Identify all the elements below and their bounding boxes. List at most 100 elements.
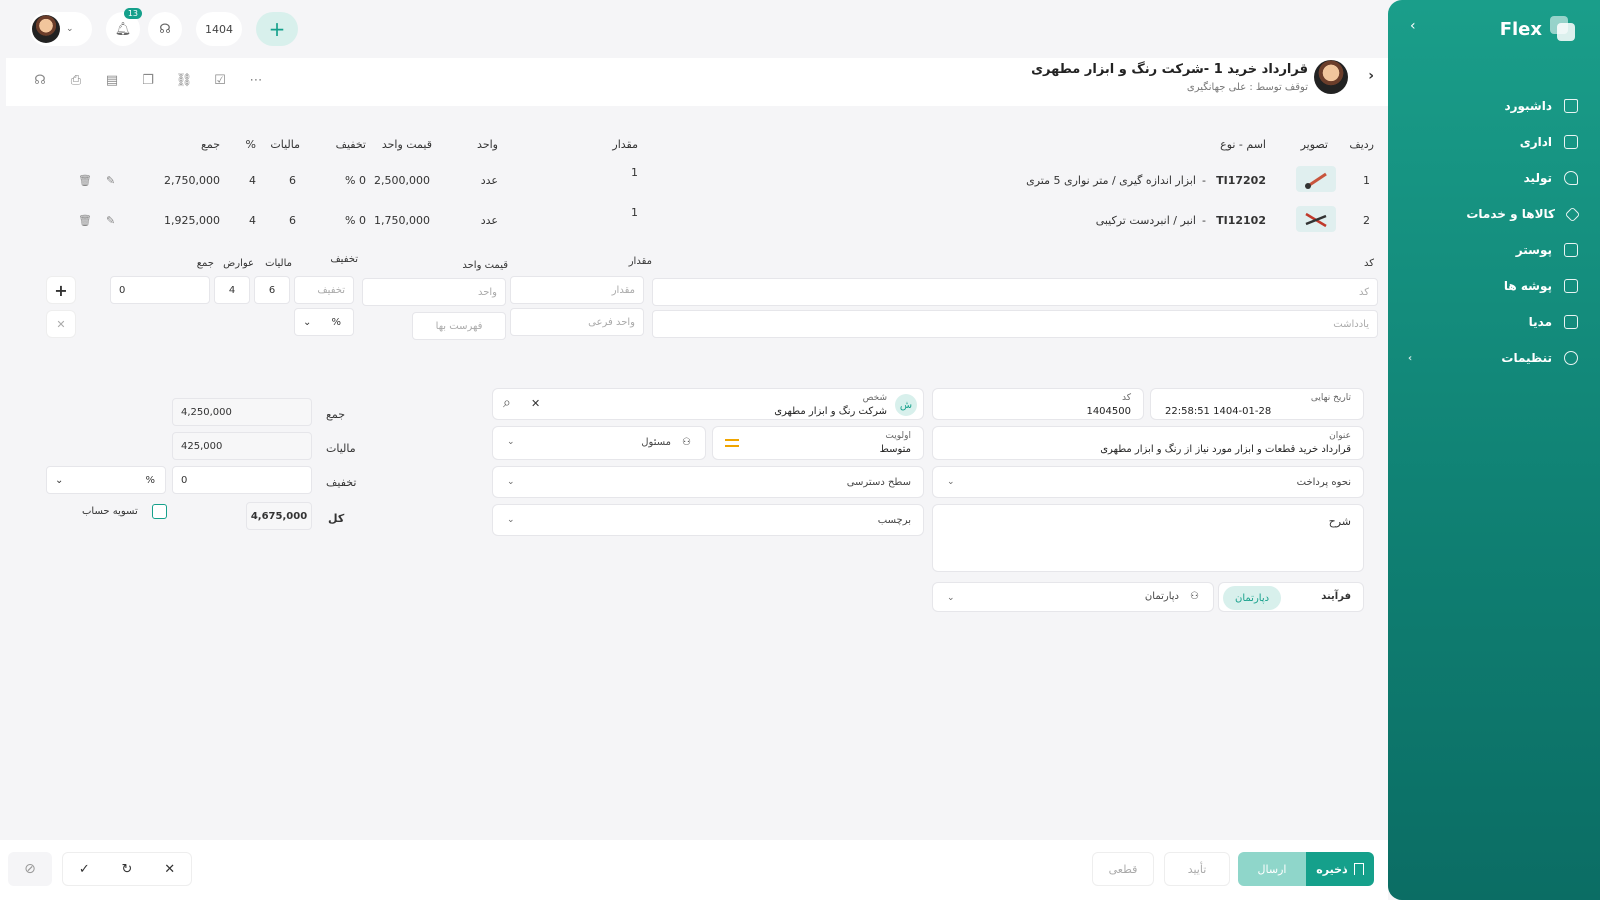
code-label: کد [1363, 258, 1374, 269]
search-icon[interactable]: ⌕ [503, 395, 511, 411]
code-input[interactable]: کد [652, 278, 1378, 306]
tax-input[interactable]: 6 [254, 276, 290, 304]
sidebar-item-settings[interactable]: ‹ تنظیمات [1408, 340, 1578, 376]
total-value: 2,750,000 [164, 174, 220, 187]
trash-icon[interactable]: 🗑︎ [78, 214, 92, 227]
sidebar-item-poster[interactable]: پوستر [1408, 232, 1578, 268]
add-button[interactable]: + [256, 12, 298, 46]
discount-label: تخفیف [326, 476, 357, 489]
support-icon[interactable]: ☊ [30, 70, 50, 90]
priority-medium-icon [725, 439, 739, 447]
main-panel: › قرارداد خرید 1 -شرکت رنگ و ابزار مطهری… [6, 58, 1388, 840]
trash-icon[interactable]: 🗑︎ [78, 174, 92, 187]
invoice-icon[interactable]: ▤ [102, 70, 122, 90]
pct-value: 4 [249, 214, 256, 227]
qty-label: مقدار [628, 256, 652, 267]
col-pct: % [245, 138, 256, 151]
save-button[interactable]: ذخیره [1306, 852, 1374, 886]
subunit-input[interactable]: واحد فرعی [510, 308, 644, 336]
check-icon[interactable]: ✓ [79, 862, 90, 877]
duties-input[interactable]: 4 [214, 276, 250, 304]
checklist-icon[interactable]: ☑ [210, 70, 230, 90]
col-price: قیمت واحد [381, 138, 432, 151]
send-button[interactable]: ارسال [1238, 852, 1306, 886]
notifications-button[interactable]: 🔔︎ 13 [106, 8, 142, 46]
refresh-icon[interactable]: ↻ [122, 862, 133, 877]
unit-input[interactable]: واحد [362, 278, 506, 306]
department-chip[interactable]: دپارتمان [1223, 586, 1282, 610]
person-field[interactable]: ش شخص شرکت رنگ و ابزار مطهری ✕ ⌕ [492, 388, 924, 420]
final-button[interactable]: قطعی [1092, 852, 1154, 886]
more-icon[interactable]: ⋯ [246, 70, 266, 90]
code-value: 1404500 [1086, 406, 1131, 417]
product-name: انبر / انبردست ترکیبی [1095, 214, 1196, 227]
pricelist-input[interactable]: فهرست بها [412, 312, 506, 340]
print-icon[interactable]: ⎙ [66, 70, 86, 90]
table-row[interactable]: 2 TI12102 - انبر / انبردست ترکیبی 1 عدد … [22, 202, 1378, 238]
support-button[interactable]: ☊ [148, 12, 182, 46]
close-icon[interactable]: ✕ [164, 862, 175, 877]
close-icon[interactable]: ✕ [531, 397, 540, 410]
clear-row-button[interactable]: ✕ [46, 310, 76, 338]
duties-label: عوارض [223, 258, 254, 269]
pct-value: 4 [249, 174, 256, 187]
note-input[interactable]: یادداشت [652, 310, 1378, 338]
sidebar-item-production[interactable]: تولید [1408, 160, 1578, 196]
hide-button[interactable]: ⊘ [8, 852, 52, 886]
quick-actions: ✓ ↻ ✕ [62, 852, 192, 886]
headset-icon: ☊ [159, 21, 171, 37]
table-row[interactable]: 1 TI17202 - ابزار اندازه گیری / متر نوار… [22, 162, 1378, 198]
col-discount: تخفیف [335, 138, 366, 151]
tag-select[interactable]: برچسب ⌄ [492, 504, 924, 536]
deadline-value: 1404-01-28 22:58:51 [1165, 406, 1272, 417]
avatar [32, 15, 60, 43]
owner-select[interactable]: ⚇ مسئول ⌄ [492, 426, 706, 460]
chevron-down-icon: ⌄ [55, 474, 64, 486]
deadline-field[interactable]: تاریخ نهایی 1404-01-28 22:58:51 [1150, 388, 1364, 420]
sidebar-item-label: کالاها و خدمات [1466, 207, 1555, 221]
discount-amount: 0 [181, 474, 188, 486]
sidebar-item-media[interactable]: مدیا [1408, 304, 1578, 340]
sidebar-item-folders[interactable]: پوشه ها [1408, 268, 1578, 304]
sidebar-item-products[interactable]: کالاها و خدمات [1408, 196, 1581, 232]
user-menu[interactable]: ⌄ [30, 12, 92, 46]
settle-checkbox[interactable] [152, 504, 167, 519]
unit-value: عدد [480, 214, 498, 227]
subject-field[interactable]: عنوان قرارداد خرید قطعات و ابزار مورد نی… [932, 426, 1364, 460]
bookmark-icon [1353, 863, 1364, 875]
qty-value: 1 [631, 206, 638, 219]
add-row-button[interactable]: + [46, 276, 76, 304]
subject-value: قرارداد خرید قطعات و ابزار مورد نیاز از … [1100, 444, 1351, 455]
access-level-select[interactable]: سطح دسترسی ⌄ [492, 466, 924, 498]
year-selector[interactable]: 1404 [196, 12, 242, 46]
edit-icon[interactable]: ✎ [106, 214, 115, 227]
qty-input[interactable]: مقدار [510, 276, 644, 304]
discount-unit-select[interactable]: % ⌄ [46, 466, 166, 494]
line-total-input[interactable]: 0 [110, 276, 210, 304]
priority-label: اولویت [885, 431, 911, 441]
person-icon: ⚇ [1190, 591, 1199, 602]
price-label: قیمت واحد [462, 260, 508, 271]
copy-icon[interactable]: ❐ [138, 70, 158, 90]
discount-type-select[interactable]: % ⌄ [294, 308, 354, 336]
link-icon[interactable]: ⛓︎ [174, 70, 194, 90]
payment-select[interactable]: نحوه پرداخت ⌄ [932, 466, 1364, 498]
col-unit: واحد [477, 138, 498, 151]
discount-input[interactable]: 0 [172, 466, 312, 494]
chevron-right-icon[interactable]: › [1368, 68, 1374, 84]
plus-icon: + [268, 17, 286, 41]
folder-icon [1564, 279, 1578, 293]
sidebar-item-office[interactable]: اداری [1408, 124, 1578, 160]
code-field[interactable]: کد 1404500 [932, 388, 1144, 420]
approve-button[interactable]: تأیید [1164, 852, 1230, 886]
sidebar-item-label: تنظیمات [1501, 351, 1552, 365]
chevron-left-icon[interactable]: ‹ [1410, 18, 1416, 34]
sidebar-item-dashboard[interactable]: داشبورد [1408, 88, 1578, 124]
page-subtitle: توقف توسط : علی جهانگیری [1186, 82, 1308, 93]
priority-field[interactable]: اولویت متوسط [712, 426, 924, 460]
discount-input[interactable]: تخفیف [294, 276, 354, 304]
description-label: شرح [1328, 515, 1351, 528]
description-field[interactable]: شرح [932, 504, 1364, 572]
department-select[interactable]: ⚇ دپارتمان ⌄ [932, 582, 1214, 612]
edit-icon[interactable]: ✎ [106, 174, 115, 187]
